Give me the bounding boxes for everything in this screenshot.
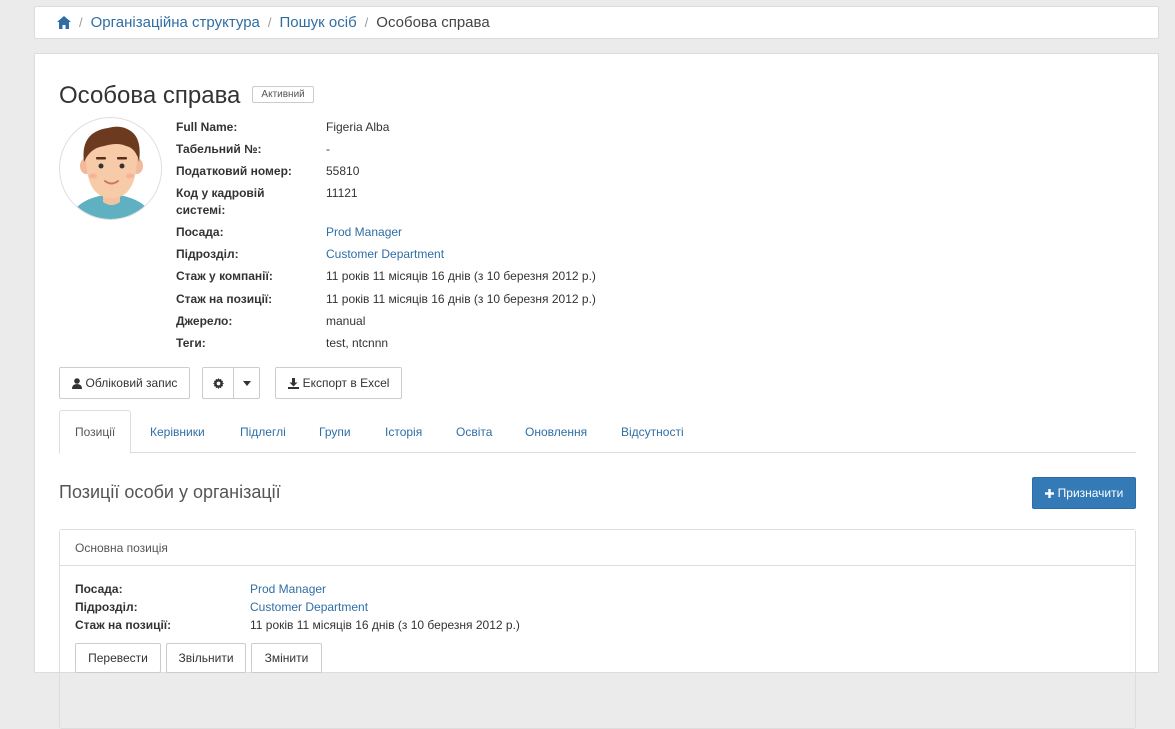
main-position-row-position: Посада: Prod Manager	[75, 581, 520, 599]
assign-button[interactable]: Призначити	[1032, 477, 1136, 509]
page-title: Особова справа	[59, 82, 241, 109]
download-icon	[287, 377, 299, 389]
main-panel: Особова справа Активний Full Name: Figer…	[34, 53, 1159, 729]
info-value-tags: test, ntcnnn	[326, 336, 389, 350]
info-value-tab-number: -	[326, 142, 330, 156]
plus-icon	[1044, 488, 1054, 498]
tab-groups[interactable]: Групи	[304, 410, 366, 453]
department-link[interactable]: Customer Department	[326, 246, 444, 268]
info-label: Посада:	[75, 582, 123, 596]
info-label: Стаж на позиції:	[176, 292, 273, 306]
dismiss-button[interactable]: Звільнити	[166, 643, 246, 673]
caret-down-icon	[242, 380, 251, 386]
info-label: Стаж на позиції:	[75, 618, 172, 632]
breadcrumb-separator: /	[267, 15, 272, 30]
tab-managers[interactable]: Керівники	[135, 410, 220, 453]
breadcrumb-link-org-structure[interactable]: Організаційна структура	[91, 14, 260, 31]
export-button-label: Експорт в Excel	[302, 376, 390, 390]
tab-absences[interactable]: Відсутності	[606, 410, 699, 453]
user-icon	[71, 377, 82, 389]
info-row-department: Підрозділ: Customer Department	[176, 246, 596, 268]
info-label: Теги:	[176, 336, 206, 350]
settings-button[interactable]	[203, 368, 234, 398]
tab-bar: Позиції Керівники Підлеглі Групи Історія…	[59, 410, 1136, 454]
info-row-tags: Теги: test, ntcnnn	[176, 335, 596, 357]
person-info: Full Name: Figeria Alba Табельний №: - П…	[176, 119, 596, 357]
info-label: Full Name:	[176, 120, 238, 134]
info-row-source: Джерело: manual	[176, 313, 596, 335]
main-position-heading: Основна позиція	[60, 530, 1135, 566]
info-row-position: Посада: Prod Manager	[176, 224, 596, 246]
transfer-button[interactable]: Перевести	[75, 643, 161, 673]
info-label: Стаж у компанії:	[176, 269, 273, 283]
info-row-tax-number: Податковий номер: 55810	[176, 163, 596, 185]
info-row-hr-code: Код у кадровій системі: 11121	[176, 185, 596, 224]
breadcrumb-separator: /	[364, 15, 369, 30]
assign-button-label: Призначити	[1057, 486, 1124, 500]
gear-icon	[212, 377, 224, 389]
info-label: Джерело:	[176, 314, 233, 328]
main-position-tenure: 11 років 11 місяців 16 днів (з 10 березн…	[250, 618, 520, 632]
info-value-company-tenure: 11 років 11 місяців 16 днів (з 10 березн…	[326, 269, 596, 283]
info-value-hr-code: 11121	[326, 186, 358, 200]
breadcrumb-current: Особова справа	[376, 14, 490, 31]
info-row-full-name: Full Name: Figeria Alba	[176, 119, 596, 141]
main-department-link[interactable]: Customer Department	[250, 599, 368, 617]
info-value-full-name: Figeria Alba	[326, 120, 390, 134]
info-label: Податковий номер:	[176, 164, 292, 178]
avatar-illustration	[60, 118, 161, 219]
title-row: Особова справа Активний	[59, 82, 314, 110]
main-position-info: Посада: Prod Manager Підрозділ: Customer…	[75, 581, 520, 635]
breadcrumb: / Організаційна структура / Пошук осіб /…	[34, 6, 1159, 39]
tab-education[interactable]: Освіта	[441, 410, 507, 453]
info-label: Посада:	[176, 225, 224, 239]
main-position-panel: Основна позиція Посада: Prod Manager Під…	[59, 529, 1136, 729]
info-row-position-tenure: Стаж на позиції: 11 років 11 місяців 16 …	[176, 291, 596, 313]
change-button[interactable]: Змінити	[251, 643, 322, 673]
account-button[interactable]: Обліковий запис	[59, 367, 190, 399]
tab-updates[interactable]: Оновлення	[510, 410, 602, 453]
account-button-label: Обліковий запис	[85, 376, 178, 390]
export-excel-button[interactable]: Експорт в Excel	[275, 367, 402, 399]
main-position-row-tenure: Стаж на позиції: 11 років 11 місяців 16 …	[75, 617, 520, 635]
info-value-position-tenure: 11 років 11 місяців 16 днів (з 10 березн…	[326, 292, 596, 306]
info-row-company-tenure: Стаж у компанії: 11 років 11 місяців 16 …	[176, 268, 596, 291]
settings-dropdown[interactable]	[202, 367, 260, 399]
avatar	[59, 117, 162, 220]
tab-history[interactable]: Історія	[370, 410, 437, 453]
main-position-link[interactable]: Prod Manager	[250, 581, 326, 599]
info-label: Код у кадровій системі:	[176, 186, 265, 217]
positions-section-title: Позиції особи у організації	[59, 482, 281, 502]
info-label: Підрозділ:	[176, 247, 239, 261]
info-value-source: manual	[326, 314, 366, 328]
info-label: Табельний №:	[176, 142, 262, 156]
breadcrumb-link-person-search[interactable]: Пошук осіб	[280, 14, 357, 31]
info-value-tax-number: 55810	[326, 164, 360, 178]
breadcrumb-separator: /	[79, 15, 83, 30]
home-icon[interactable]	[57, 16, 71, 29]
main-position-row-department: Підрозділ: Customer Department	[75, 599, 520, 617]
position-link[interactable]: Prod Manager	[326, 224, 402, 246]
dropdown-toggle[interactable]	[234, 380, 259, 386]
info-row-tab-number: Табельний №: -	[176, 141, 596, 163]
info-label: Підрозділ:	[75, 600, 138, 614]
status-badge: Активний	[252, 85, 314, 103]
tab-positions[interactable]: Позиції	[59, 410, 132, 454]
tab-subordinates[interactable]: Підлеглі	[225, 410, 301, 453]
